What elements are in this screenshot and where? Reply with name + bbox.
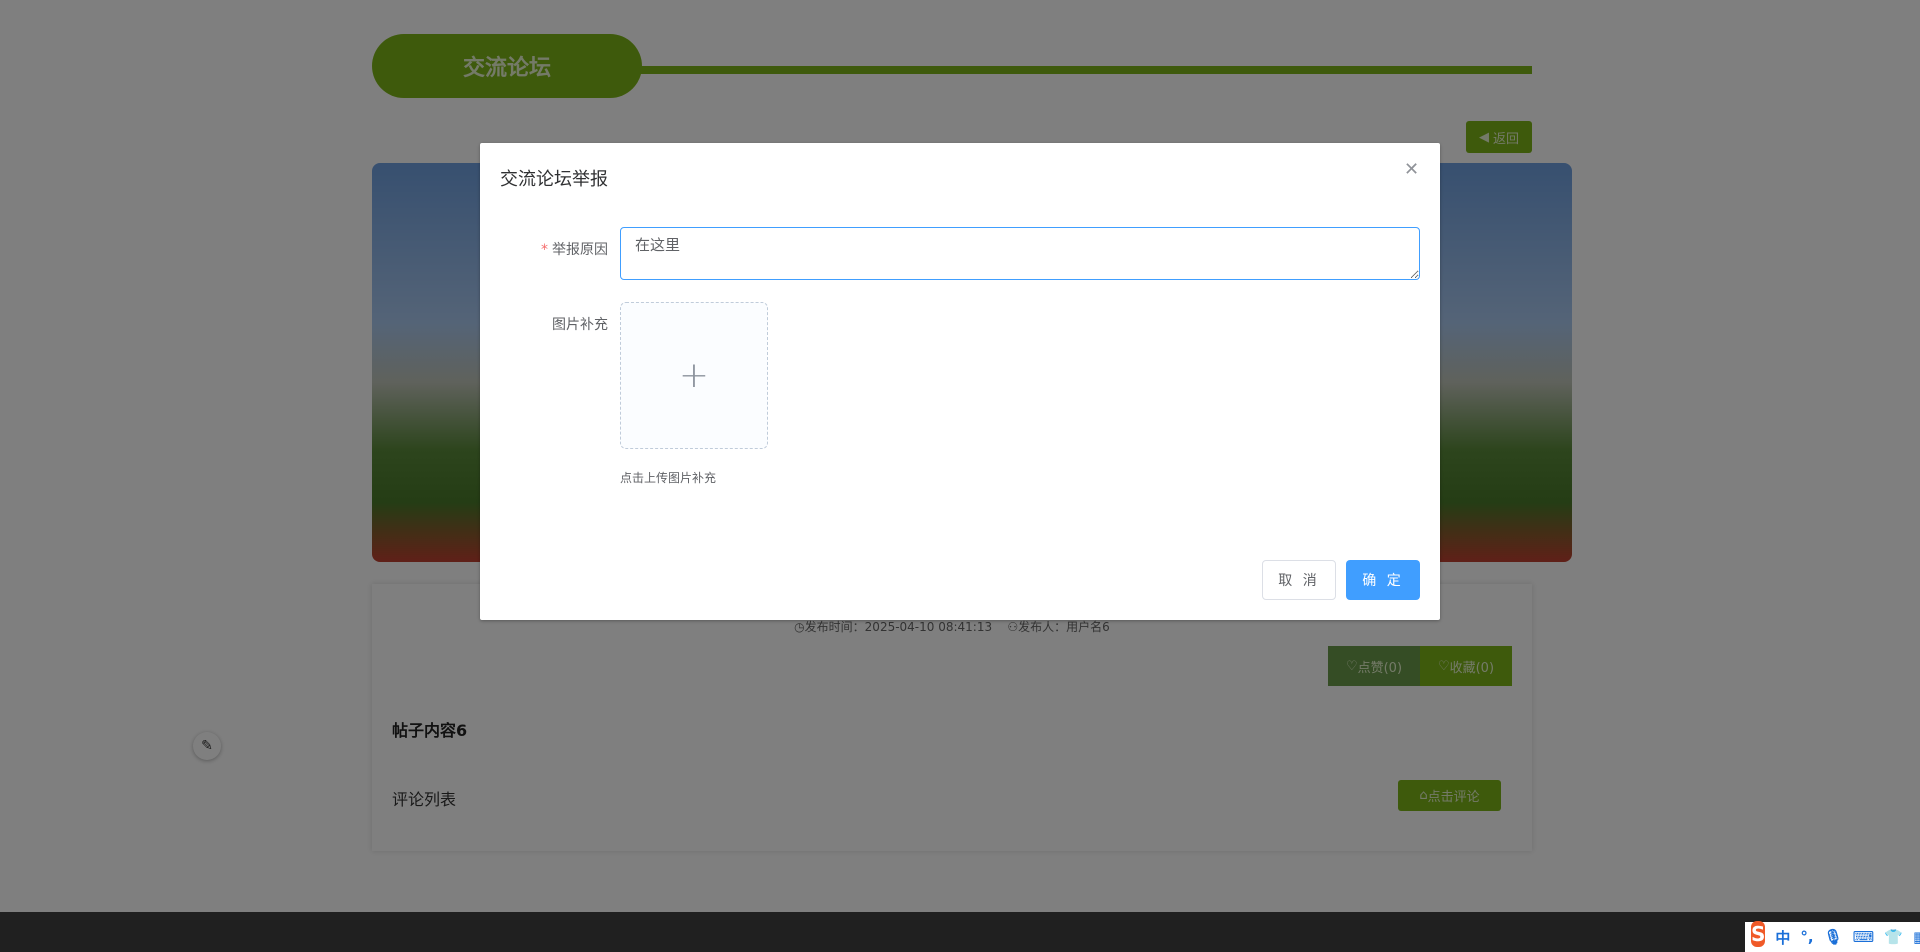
ime-mode[interactable]: 中 [1775,927,1790,948]
close-icon[interactable]: ✕ [1404,159,1419,180]
image-label: 图片补充 [552,317,608,333]
reason-label: * 举报原因 [480,239,608,259]
grid-icon[interactable]: ▦ [1913,928,1920,946]
skin-icon[interactable]: 👕 [1884,928,1903,946]
keyboard-icon[interactable]: ⌨ [1853,928,1875,946]
reason-label-text: 举报原因 [552,242,608,258]
image-upload[interactable]: + [620,302,768,449]
taskbar [0,912,1920,952]
required-mark: * [541,242,548,258]
reason-textarea[interactable]: 在这里 [620,227,1420,280]
upload-tip: 点击上传图片补充 [620,471,717,485]
microphone-icon[interactable]: 🎙 [1824,928,1843,946]
report-dialog: 交流论坛举报 ✕ * 举报原因 在这里 图片补充 + 点击上传图片补充 取 消 确… [480,143,1440,620]
ime-toolbar[interactable]: S 中 °, 🎙 ⌨ 👕 ▦ [1745,921,1920,952]
ime-punct[interactable]: °, [1800,928,1813,946]
sogou-logo-icon: S [1751,921,1766,947]
confirm-button[interactable]: 确 定 [1346,560,1420,600]
plus-icon: + [678,355,710,396]
dialog-title: 交流论坛举报 [500,169,608,190]
cancel-button[interactable]: 取 消 [1262,560,1336,600]
